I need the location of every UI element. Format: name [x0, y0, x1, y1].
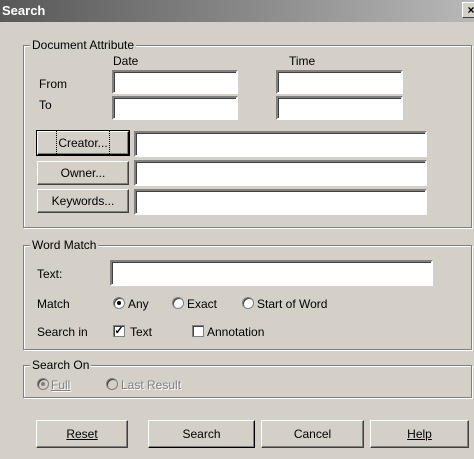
checkmark-icon: ✓	[114, 325, 124, 337]
match-any-label[interactable]: Any	[128, 297, 149, 311]
search-on-last-result-radio[interactable]	[106, 378, 118, 390]
text-label: Text:	[37, 267, 63, 281]
search-on-last-result-label[interactable]: Last Result	[121, 378, 181, 392]
help-button-label: Help	[407, 427, 432, 441]
text-field[interactable]	[110, 260, 433, 286]
search-dialog: Search × Document Attribute Date Time Fr…	[0, 0, 474, 459]
keywords-button[interactable]: Keywords...	[37, 189, 129, 213]
help-button[interactable]: Help	[370, 420, 469, 448]
search-in-annotation-checkbox[interactable]	[192, 325, 204, 337]
date-header: Date	[113, 54, 139, 68]
close-icon: ×	[467, 3, 474, 17]
keywords-button-label: Keywords...	[51, 194, 115, 208]
search-on-full-radio[interactable]	[37, 378, 49, 390]
keywords-field[interactable]	[134, 189, 427, 215]
to-label: To	[39, 98, 52, 112]
cancel-button-label: Cancel	[293, 427, 332, 441]
search-in-text-checkbox[interactable]: ✓	[113, 325, 125, 337]
creator-button[interactable]: Creator...	[36, 130, 130, 156]
match-start-of-word-radio[interactable]	[242, 297, 254, 309]
search-on-label: Search On	[30, 358, 92, 372]
search-in-label: Search in	[37, 325, 88, 339]
document-attribute-label: Document Attribute	[30, 38, 137, 52]
reset-button-label: Reset	[66, 427, 98, 441]
from-label: From	[39, 77, 67, 91]
match-start-of-word-label[interactable]: Start of Word	[257, 297, 327, 311]
owner-button-label: Owner...	[60, 166, 106, 180]
match-exact-radio[interactable]	[172, 297, 184, 309]
match-exact-label[interactable]: Exact	[187, 297, 217, 311]
window-title: Search	[2, 3, 46, 18]
to-time-field[interactable]	[276, 96, 403, 120]
search-button-label: Search	[182, 427, 221, 441]
to-date-field[interactable]	[112, 96, 238, 120]
creator-button-label: Creator...	[56, 130, 110, 156]
title-bar[interactable]: Search ×	[0, 0, 474, 22]
creator-field[interactable]	[134, 131, 427, 157]
search-in-text-label[interactable]: Text	[130, 325, 152, 339]
reset-button[interactable]: Reset	[36, 420, 128, 448]
from-date-field[interactable]	[112, 70, 238, 94]
match-label: Match	[37, 297, 70, 311]
search-on-group: Search On	[23, 358, 472, 398]
search-on-full-label[interactable]: Full	[51, 378, 70, 392]
search-in-annotation-label[interactable]: Annotation	[207, 325, 264, 339]
cancel-button[interactable]: Cancel	[261, 420, 364, 448]
owner-field[interactable]	[134, 160, 427, 186]
match-any-radio[interactable]	[113, 297, 125, 309]
from-time-field[interactable]	[276, 70, 403, 94]
search-button[interactable]: Search	[148, 420, 255, 448]
time-header: Time	[289, 54, 316, 68]
close-button[interactable]: ×	[462, 2, 474, 18]
word-match-label: Word Match	[30, 238, 99, 252]
owner-button[interactable]: Owner...	[37, 161, 129, 185]
